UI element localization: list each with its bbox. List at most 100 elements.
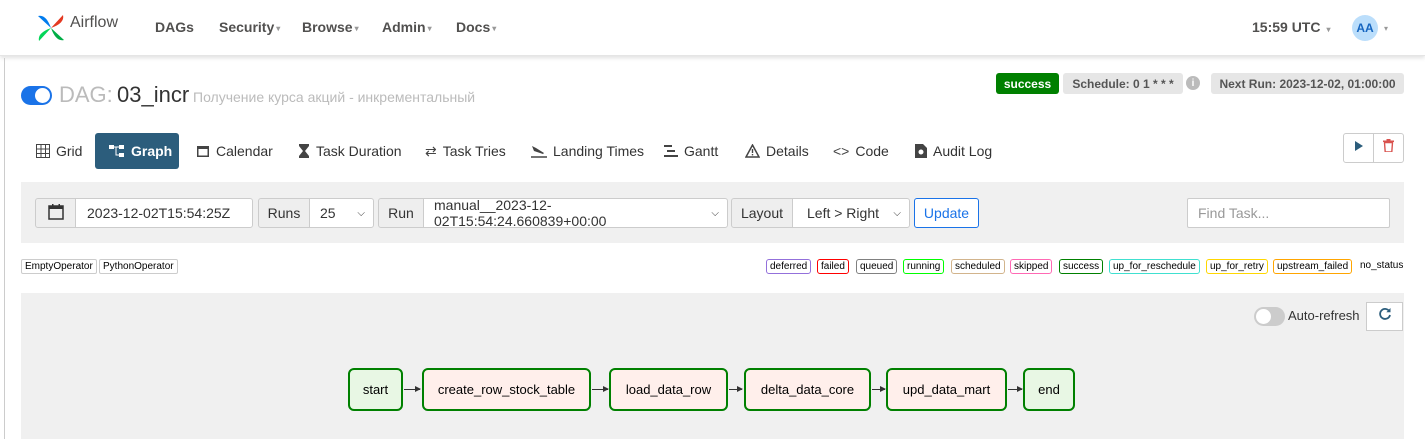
top-navbar: Airflow DAGs Security ▾ Browse ▾ Admin ▾ Do… [0,0,1425,56]
trigger-dag-button[interactable] [1343,133,1374,163]
airflow-pinwheel-icon [38,15,64,41]
nav-admin[interactable]: Admin ▾ [382,19,432,35]
nav-security[interactable]: Security ▾ [219,19,280,35]
layout-select-value: Left > Right [807,205,879,221]
caret-down-icon: ▾ [354,23,359,33]
tab-task-tries[interactable]: ⇄ Task Tries [417,133,514,169]
code-icon: <> [833,143,850,159]
task-node-upd-data-mart[interactable]: upd_data_mart [886,368,1007,411]
find-task-input[interactable]: Find Task... [1187,198,1390,228]
grid-icon [36,144,50,158]
nav-dags[interactable]: DAGs [155,19,194,35]
state-legend-no-status[interactable]: no_status [1360,260,1403,271]
operator-legend-empty[interactable]: EmptyOperator [21,259,97,274]
runs-select-value: 25 [320,205,336,221]
state-legend-queued[interactable]: queued [856,259,898,274]
runs-label: Runs [258,198,310,228]
tab-code[interactable]: <> Code [825,133,897,169]
caret-down-icon: ▾ [1384,24,1389,33]
dag-pause-toggle[interactable] [21,86,52,105]
chevron-down-icon: ⌵ [711,207,719,219]
state-legend-running[interactable]: running [903,259,945,274]
state-legend-up-for-reschedule[interactable]: up_for_reschedule [1109,259,1200,274]
plane-landing-icon [531,144,547,158]
task-node-create-row-stock-table[interactable]: create_row_stock_table [422,368,591,411]
tab-label: Gantt [684,143,719,159]
task-node-load-data-row[interactable]: load_data_row [609,368,728,411]
schedule-badge: Schedule: 0 1 * * * [1063,73,1183,94]
tab-landing-times[interactable]: Landing Times [523,133,652,169]
state-legend-scheduled[interactable]: scheduled [951,259,1005,274]
operator-legend-python[interactable]: PythonOperator [99,259,178,274]
tab-label: Task Duration [316,143,402,159]
update-button[interactable]: Update [914,198,979,228]
tab-details[interactable]: Details [737,133,817,169]
edge-arrow [729,386,743,392]
utc-clock[interactable]: 15:59 UTC ▾ [1252,19,1330,35]
tab-label: Code [855,143,889,159]
layout-select[interactable]: Left > Right ⌵ [792,198,910,228]
state-legend-upstream-failed[interactable]: upstream_failed [1273,259,1353,274]
info-icon[interactable]: i [1186,76,1200,90]
next-run-badge: Next Run: 2023-12-02, 01:00:00 [1211,73,1404,94]
task-node-end[interactable]: end [1023,368,1075,411]
user-avatar[interactable]: AA [1352,15,1378,41]
dag-status-badge[interactable]: success [996,73,1059,94]
page-edge-divider [4,58,5,439]
graph-canvas[interactable] [21,293,1404,439]
edge-arrow [404,386,421,392]
calendar-icon [47,203,64,223]
refresh-button[interactable] [1366,302,1403,331]
state-legend-up-for-retry[interactable]: up_for_retry [1206,259,1268,274]
tab-audit-log[interactable]: Audit Log [907,133,1000,169]
state-legend-failed[interactable]: failed [817,259,849,274]
delete-dag-button[interactable] [1373,133,1404,163]
date-picker-button[interactable] [35,198,76,228]
tab-graph[interactable]: Graph [95,133,179,169]
warning-icon [745,144,760,158]
task-node-delta-data-core[interactable]: delta_data_core [744,368,871,411]
auto-refresh-label: Auto-refresh [1288,308,1360,323]
edge-arrow [592,386,609,392]
nav-browse[interactable]: Browse ▾ [302,19,359,35]
runs-select[interactable]: 25 ⌵ [309,198,374,228]
graph-icon [109,144,125,158]
state-legend-deferred[interactable]: deferred [766,259,812,274]
tab-label: Audit Log [933,143,993,159]
base-date-input[interactable]: 2023-12-02T15:54:25Z [75,198,253,228]
refresh-icon [1378,307,1392,326]
state-legend-success[interactable]: success [1059,259,1104,274]
tab-grid[interactable]: Grid [28,133,90,169]
tab-label: Calendar [216,143,273,159]
dag-description: Получение курса акций - инкрементальный [193,89,476,105]
edge-arrow [872,386,886,392]
trash-icon [1383,139,1394,157]
tab-label: Graph [131,143,173,159]
caret-down-icon: ▾ [1326,25,1331,34]
play-icon [1354,139,1364,157]
edge-arrow [1008,386,1023,392]
caret-down-icon: ▾ [276,23,281,33]
gantt-icon [664,144,678,158]
caret-down-icon: ▾ [427,23,432,33]
tab-calendar[interactable]: Calendar [188,133,281,169]
caret-down-icon: ▾ [492,23,497,33]
task-node-start[interactable]: start [348,368,403,411]
auto-refresh-toggle[interactable] [1254,307,1285,326]
tab-label: Grid [56,143,83,159]
layout-label: Layout [731,198,793,228]
tab-label: Landing Times [553,143,645,159]
dag-title: 03_incr [117,82,190,107]
tab-label: Task Tries [442,143,506,159]
tab-gantt[interactable]: Gantt [656,133,726,169]
run-label: Run [378,198,424,228]
repeat-icon: ⇄ [425,142,437,159]
chevron-down-icon: ⌵ [893,207,901,219]
nav-docs[interactable]: Docs ▾ [456,19,496,35]
state-legend-skipped[interactable]: skipped [1010,259,1053,274]
tab-task-duration[interactable]: Task Duration [290,133,410,169]
run-select[interactable]: manual__2023-12-02T15:54:24.660839+00:00… [423,197,728,229]
airflow-logo[interactable]: Airflow [34,10,118,46]
dag-prefix: DAG: [59,82,113,107]
tab-label: Details [766,143,809,159]
